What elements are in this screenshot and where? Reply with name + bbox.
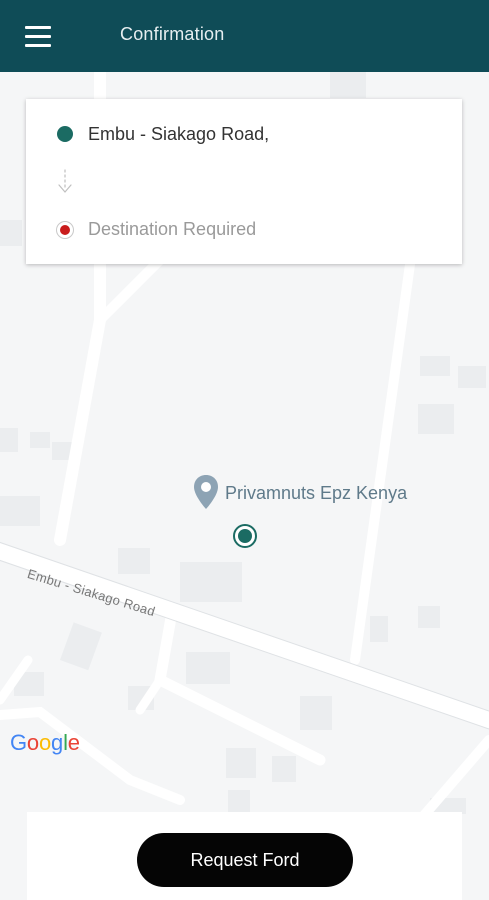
hamburger-menu-icon[interactable] (18, 18, 58, 54)
google-logo-letter: o (38, 730, 52, 755)
origin-address[interactable]: Embu - Siakago Road, (88, 124, 269, 145)
place-label[interactable]: Privamnuts Epz Kenya (225, 483, 407, 504)
map-pin-icon[interactable] (193, 474, 219, 510)
google-logo-letter: o (26, 730, 39, 755)
google-logo-letter: g (51, 730, 64, 755)
request-ride-button[interactable]: Request Ford (137, 833, 353, 887)
google-logo-letter: e (67, 730, 80, 755)
origin-dot-icon (57, 126, 73, 142)
destination-dot-icon (56, 221, 74, 239)
google-logo-letter: G (10, 730, 27, 755)
google-logo: Google (10, 730, 80, 756)
destination-field[interactable]: Destination Required (88, 219, 256, 240)
dotted-arrow-down-icon (57, 169, 73, 195)
current-location-icon (233, 524, 257, 548)
app-bar: Confirmation (0, 0, 489, 72)
page-title: Confirmation (120, 24, 225, 44)
route-card: Embu - Siakago Road, Destination Require… (26, 99, 462, 264)
